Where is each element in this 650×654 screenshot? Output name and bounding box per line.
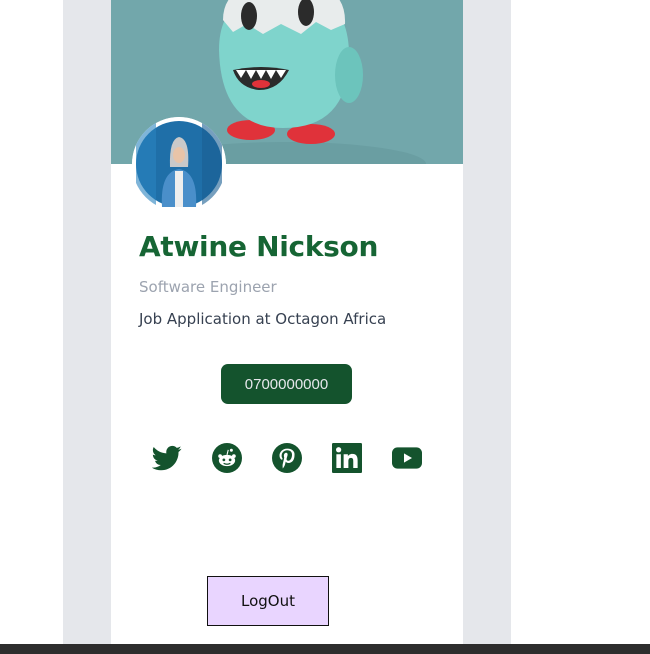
reddit-link[interactable] [212,443,242,473]
twitter-icon [152,445,182,471]
pinterest-icon [272,443,302,473]
linkedin-link[interactable] [332,443,362,473]
profile-name: Atwine Nickson [139,230,379,263]
avatar [132,117,226,211]
linkedin-icon [332,443,362,473]
youtube-icon [392,447,422,469]
profile-card: Atwine Nickson Software Engineer Job App… [111,0,463,644]
pinterest-link[interactable] [272,443,302,473]
twitter-link[interactable] [152,443,182,473]
logout-button[interactable]: LogOut [207,576,329,626]
phone-button[interactable]: 0700000000 [221,364,352,404]
reddit-icon [212,443,242,473]
profile-subtitle: Job Application at Octagon Africa [139,310,387,328]
profile-job-title: Software Engineer [139,278,277,296]
youtube-link[interactable] [392,443,422,473]
bottom-bar [0,644,650,654]
